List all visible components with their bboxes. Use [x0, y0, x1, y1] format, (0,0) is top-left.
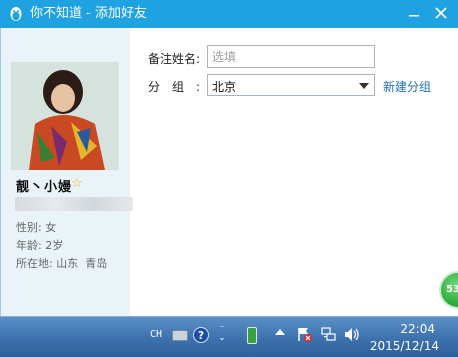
qq-penguin-icon [10, 7, 22, 21]
clock-time[interactable]: 22:04 [383, 322, 435, 336]
location-info: 所在地: 山东 青岛 [16, 255, 107, 271]
age-info: 年龄: 2岁 [16, 237, 63, 253]
gender-label: 性别: [16, 221, 42, 234]
group-select[interactable]: 北京 [207, 74, 375, 96]
keyboard-icon[interactable] [172, 330, 188, 341]
window-title: 你不知道 - 添加好友 [30, 6, 147, 21]
title-bar: 你不知道 - 添加好友 [0, 0, 458, 28]
minimize-icon [409, 15, 419, 17]
age-label: 年龄: [16, 239, 42, 252]
dropdown-arrow-icon [359, 83, 369, 89]
volume-icon[interactable] [343, 326, 360, 343]
group-label: 分组: [148, 80, 213, 94]
network-icon[interactable] [320, 326, 337, 343]
account-number-blurred [15, 197, 133, 211]
show-hidden-icons-arrow-icon[interactable] [275, 329, 285, 335]
close-button[interactable] [428, 2, 454, 24]
group-selected-value: 北京 [212, 80, 237, 94]
location-city: 青岛 [85, 257, 108, 270]
person-photo-icon [11, 62, 119, 170]
new-group-link[interactable]: 新建分组 [383, 78, 431, 95]
help-icon[interactable]: ? [193, 327, 209, 343]
language-indicator[interactable]: CH [150, 329, 162, 340]
location-province: 山东 [56, 257, 79, 270]
input-options-icon[interactable]: ⁻ ⌄ [217, 325, 227, 343]
close-icon [435, 7, 447, 19]
remark-input[interactable] [207, 45, 375, 68]
action-center-flag-icon[interactable] [296, 326, 313, 343]
star-icon: ☆ [71, 176, 83, 191]
age-value: 2岁 [45, 239, 64, 252]
nickname: 靓丶小嫚 [16, 180, 73, 195]
location-label: 所在地: [16, 257, 53, 270]
minimize-button[interactable] [401, 2, 427, 24]
gender-value: 女 [45, 221, 57, 234]
speed-ball-value: 53 [446, 284, 458, 295]
usb-device-icon[interactable] [247, 327, 257, 344]
taskbar: CH ? ⁻ ⌄ 22:04 2015/12/14 [0, 316, 458, 357]
remark-label: 备注姓名: [148, 52, 201, 66]
gender-info: 性别: 女 [16, 219, 56, 235]
clock-date[interactable]: 2015/12/14 [364, 339, 439, 353]
avatar-photo [11, 62, 119, 170]
